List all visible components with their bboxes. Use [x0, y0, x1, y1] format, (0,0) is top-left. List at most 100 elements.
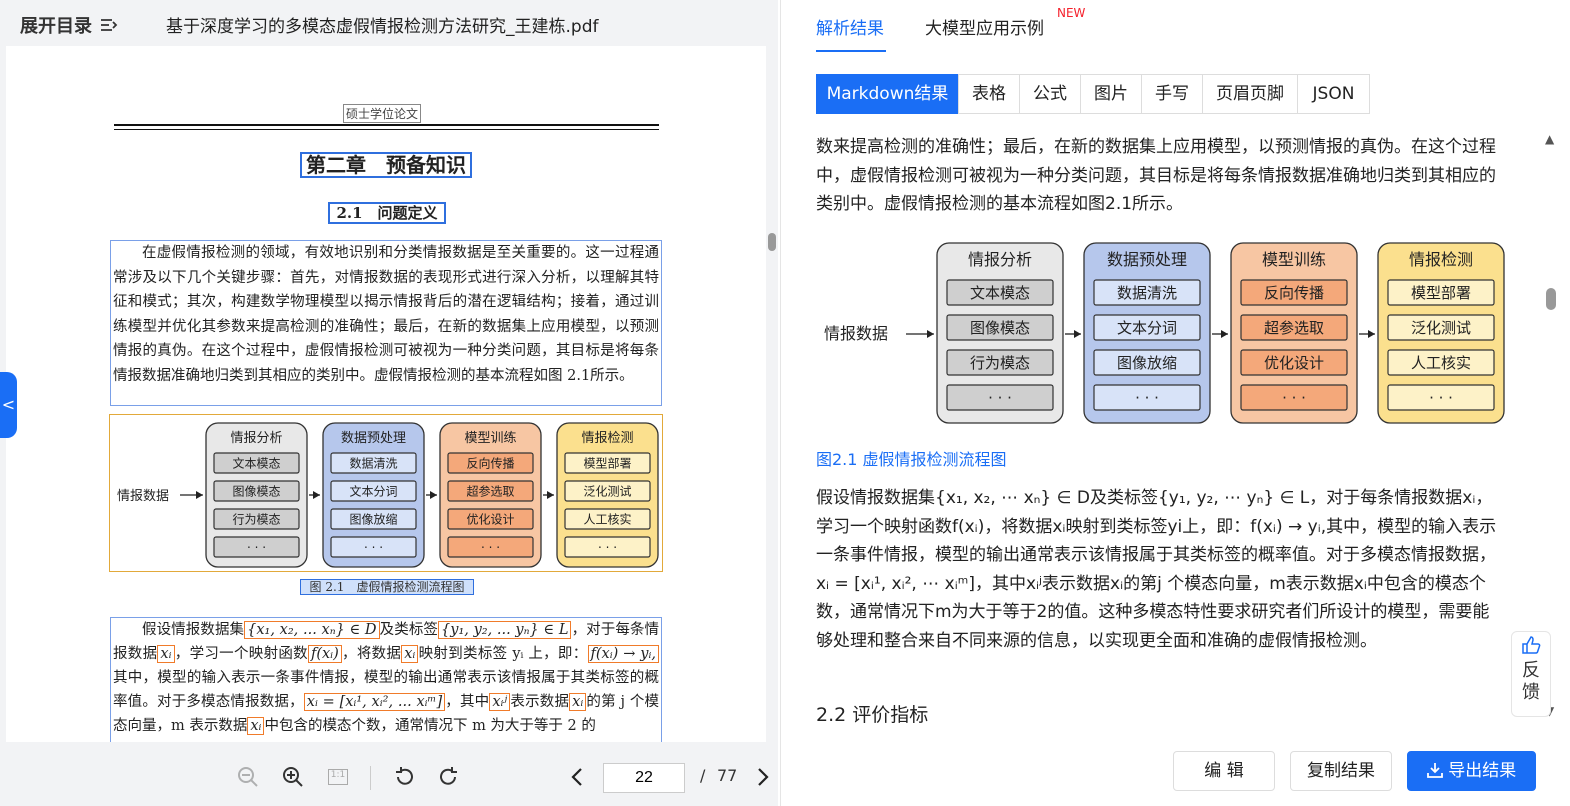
formula-box[interactable]: f(xᵢ)	[307, 645, 342, 663]
pdf-scrollbar[interactable]	[768, 233, 776, 251]
result-scrollbar[interactable]	[1546, 288, 1556, 310]
figure-caption[interactable]: 图 2.1 虚假情报检测流程图	[300, 579, 474, 595]
scroll-up-icon[interactable]: ▲	[1545, 132, 1554, 146]
toc-label: 展开目录	[20, 16, 92, 37]
copy-result-button[interactable]: 复制结果	[1290, 751, 1392, 791]
formula-paragraph[interactable]: 假设情报数据集 {x₁, x₂, ... xₙ} ∈ D 及类标签 {y₁, y₂, …	[110, 617, 662, 742]
flow-step-label: · · ·	[1429, 389, 1453, 407]
thumbs-up-icon	[1522, 636, 1541, 654]
flow-arrowhead	[313, 491, 320, 499]
formula-box[interactable]: xᵢ	[569, 693, 587, 711]
figure-block[interactable]: 情报数据 情报分析 文本模态 图像模态 行为模态 · · · 数据预处理 数据清洗 文本分词 图像…	[109, 414, 663, 572]
seg-image[interactable]: 图片	[1080, 74, 1142, 114]
chapter-title[interactable]: 第二章 预备知识	[300, 152, 472, 178]
flow-column-title: 情报分析	[968, 250, 1032, 269]
pdf-topbar: 展开目录 基于深度学习的多模态虚假情报检测方法研究_王建栋.pdf	[0, 0, 778, 46]
chevron-left-icon: <	[1, 395, 16, 414]
toolbar-divider	[370, 766, 371, 790]
p2-text: 中包含的模态个数，通常情况下 m 为大于等于 2 的	[264, 718, 596, 734]
pdf-page: 硕士学位论文 第二章 预备知识 2.1 问题定义 在虚假情报检测的领域，有效地识…	[6, 46, 766, 742]
flow-step-label: 人工核实	[583, 511, 631, 526]
seg-markdown[interactable]: Markdown结果	[816, 74, 959, 114]
flow-step-label: · · ·	[364, 540, 383, 554]
seg-json[interactable]: JSON	[1297, 74, 1370, 114]
flow-step-label: · · ·	[247, 540, 266, 554]
export-label: 导出结果	[1448, 761, 1517, 781]
p2-text: ，学习一个映射函数	[174, 646, 308, 662]
feedback-button[interactable]: 反馈	[1511, 631, 1551, 717]
zoom-out-icon[interactable]	[237, 766, 259, 788]
flow-step-label: 泛化测试	[583, 483, 631, 498]
export-result-button[interactable]: 导出结果	[1407, 751, 1536, 791]
formula-box[interactable]: xᵢ = [xᵢ¹, xᵢ², ... xᵢᵐ]	[303, 693, 446, 711]
seg-table[interactable]: 表格	[958, 74, 1020, 114]
header-rule	[114, 124, 659, 126]
tab-parse-result[interactable]: 解析结果	[816, 14, 884, 39]
page-total: 77	[717, 766, 738, 785]
result-text-2: 假设情报数据集{x₁, x₂, ⋯ xₙ} ∈ D及类标签{y₁, y₂, ⋯ …	[816, 488, 1497, 651]
flowchart-left: 情报数据 情报分析文本模态图像模态行为模态 · · · 数据预处理数据清洗文本分词图像…	[117, 422, 659, 568]
paragraph-block[interactable]: 在虚假情报检测的领域，有效地识别和分类情报数据是至关重要的。这一过程通常涉及以下…	[110, 240, 662, 406]
flow-arrowhead	[547, 491, 554, 499]
flow-step-label: 数据清洗	[349, 455, 397, 470]
flow-step-label: 图像放缩	[349, 511, 397, 526]
flow-arrowhead	[1074, 330, 1081, 338]
flowchart-right: 情报数据 情报分析文本模态图像模态行为模态 · · · 数据预处理数据清洗文本分词图像…	[824, 242, 1505, 424]
p2-text: 假设情报数据集	[142, 622, 245, 638]
seg-handwriting[interactable]: 手写	[1141, 74, 1203, 114]
section-title[interactable]: 2.1 问题定义	[328, 202, 446, 224]
next-page-icon[interactable]	[756, 766, 770, 788]
flow-step-label: 泛化测试	[1411, 319, 1471, 337]
header-rule-thin	[114, 129, 659, 130]
flow-step-label: 图像模态	[970, 319, 1030, 337]
flow-step-label: 数据清洗	[1117, 284, 1177, 302]
formula-box[interactable]: f(xᵢ) → yᵢ,	[587, 645, 659, 663]
p2-text: 表示数据	[510, 694, 570, 710]
flow-column-title: 情报检测	[1409, 250, 1473, 269]
page-number-input[interactable]	[603, 763, 685, 793]
formula-box[interactable]: xᵢ	[247, 717, 265, 735]
prev-page-icon[interactable]	[570, 766, 584, 788]
flow-step-label: 模型部署	[1411, 284, 1471, 302]
fit-page-icon[interactable]: 1:1	[328, 769, 348, 785]
tab-llm-examples[interactable]: 大模型应用示例	[925, 14, 1044, 39]
result-figure-caption: 图2.1 虚假情报检测流程图	[816, 450, 1007, 469]
pdf-viewer-pane: 展开目录 基于深度学习的多模态虚假情报检测方法研究_王建栋.pdf 硕士学位论文…	[0, 0, 778, 806]
download-icon	[1426, 763, 1443, 778]
toc-toggle[interactable]: 展开目录	[20, 12, 118, 38]
flow-column-title: 数据预处理	[1107, 250, 1187, 269]
flow-step-label: 超参选取	[466, 483, 514, 498]
formula-box[interactable]: {x₁, x₂, ... xₙ} ∈ D	[244, 621, 380, 639]
formula-box[interactable]: {y₁, y₂, ... yₙ} ∈ L	[438, 621, 572, 639]
page-header: 硕士学位论文	[343, 104, 422, 123]
flow-step-label: 图像放缩	[1117, 354, 1177, 372]
collapse-panel-button[interactable]: <	[0, 372, 17, 438]
flow-input-label: 情报数据	[824, 324, 888, 343]
flow-step-label: 模型部署	[583, 455, 631, 470]
edit-button[interactable]: 编 辑	[1173, 751, 1275, 791]
flow-step-label: 优化设计	[466, 512, 514, 526]
rotate-left-icon[interactable]	[393, 766, 415, 788]
flow-step-label: 行为模态	[232, 512, 280, 526]
flow-step-label: · · ·	[598, 540, 617, 554]
section-heading-2-2: 2.2 评价指标	[816, 704, 929, 726]
flow-step-label: 文本模态	[232, 455, 280, 470]
formula-box[interactable]: xᵢ	[157, 645, 175, 663]
flow-step-label: 反向传播	[1264, 284, 1324, 302]
flow-step-label: 优化设计	[1264, 354, 1324, 372]
formula-box[interactable]: xᵢʲ	[489, 693, 511, 711]
p2-text: 及类标签	[379, 622, 439, 638]
menu-collapse-icon	[101, 19, 118, 31]
flow-step-label: 文本分词	[349, 483, 397, 498]
rotate-right-icon[interactable]	[438, 766, 460, 788]
feedback-label: 反馈	[1522, 660, 1540, 703]
flow-arrowhead	[1368, 330, 1375, 338]
file-name: 基于深度学习的多模态虚假情报检测方法研究_王建栋.pdf	[166, 17, 599, 37]
flow-step-label: 超参选取	[1264, 319, 1324, 337]
zoom-in-icon[interactable]	[282, 766, 304, 788]
page-separator: /	[700, 766, 706, 785]
formula-box[interactable]: xᵢ	[401, 645, 419, 663]
seg-header-footer[interactable]: 页眉页脚	[1202, 74, 1298, 114]
flow-step-label: 人工核实	[1411, 354, 1471, 372]
seg-formula[interactable]: 公式	[1019, 74, 1081, 114]
